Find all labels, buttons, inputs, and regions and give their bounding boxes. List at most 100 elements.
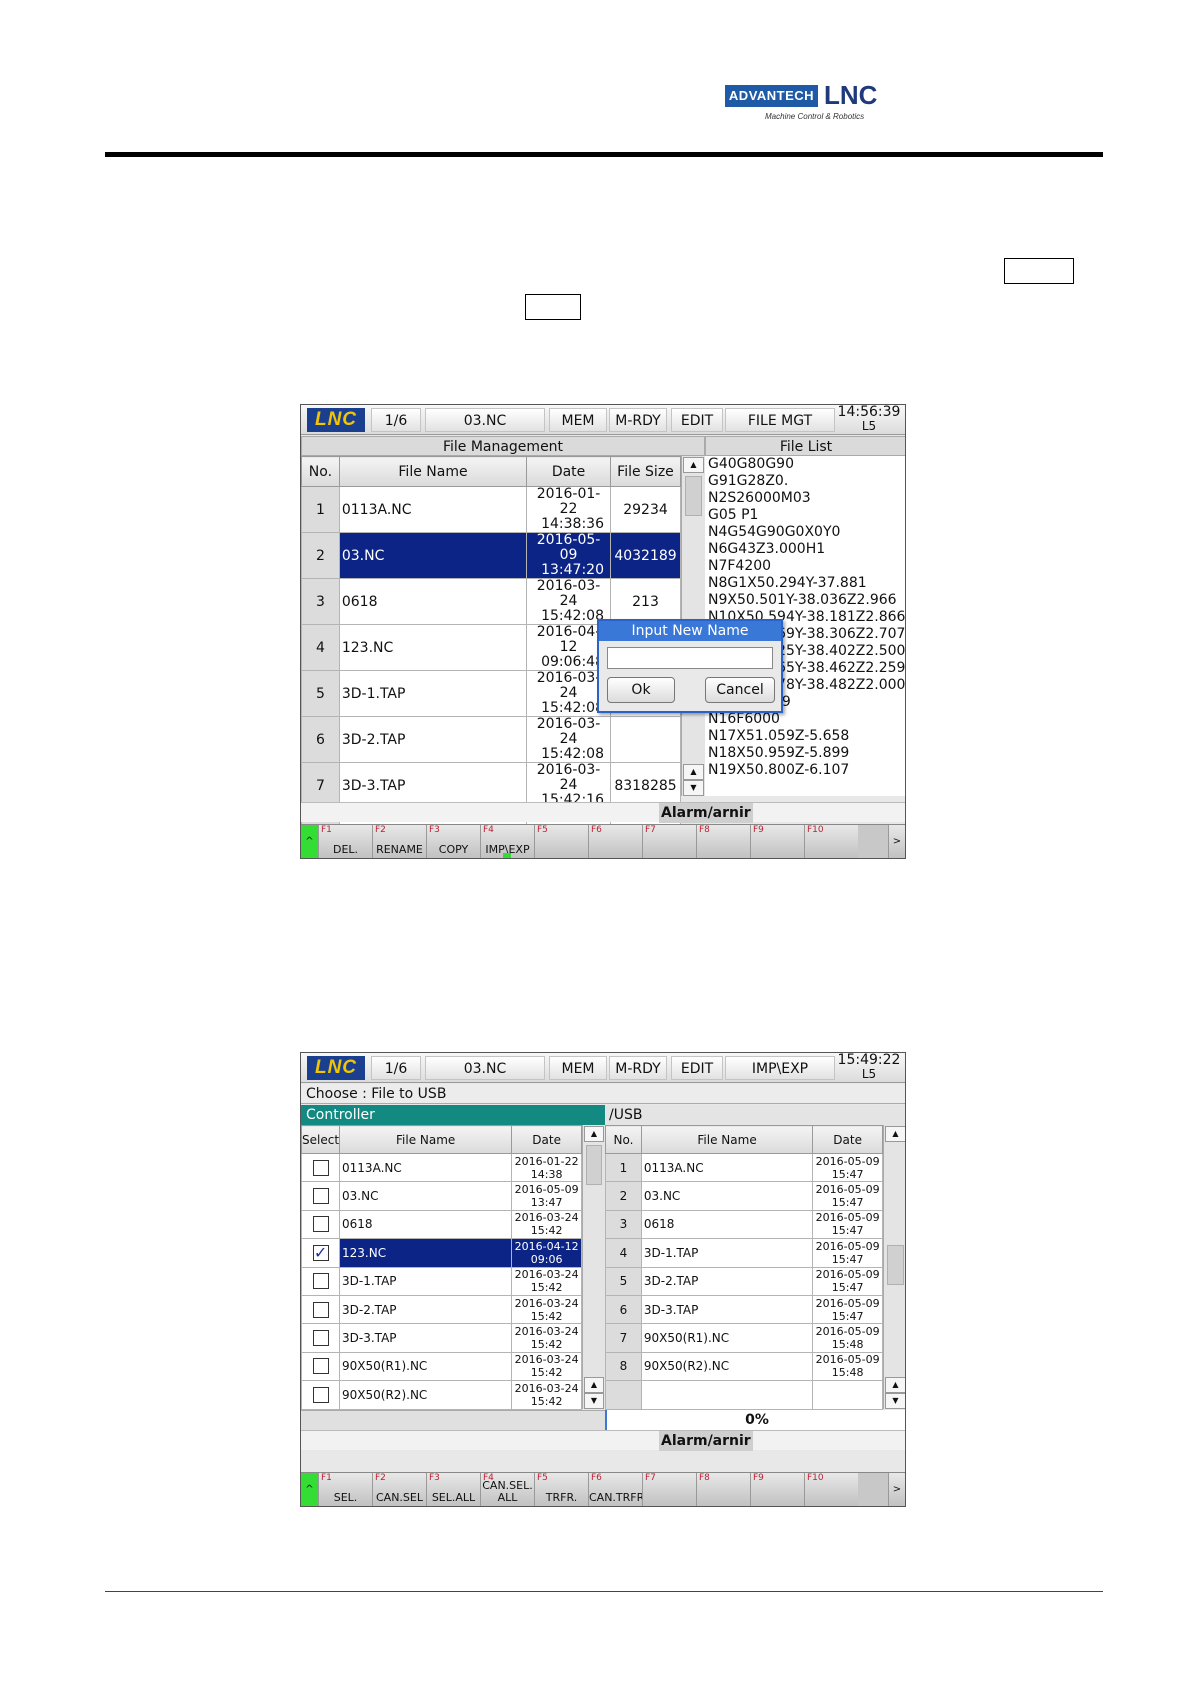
column-header-date[interactable]: Date	[511, 1125, 582, 1154]
usb-scrollbar[interactable]: ▲ ▲ ▼	[883, 1125, 905, 1409]
row-number: 2	[301, 532, 340, 579]
scroll-down-arrow-icon[interactable]: ▼	[584, 1393, 604, 1409]
ok-button[interactable]: Ok	[607, 677, 675, 703]
scroll-up-arrow-icon[interactable]: ▲	[885, 1377, 905, 1393]
file-name-cell: 3D-1.TAP	[339, 1266, 513, 1296]
table-row[interactable]: 1 0113A.NC 2016-05-09 15:47	[605, 1152, 883, 1183]
scroll-thumb[interactable]	[586, 1145, 602, 1185]
column-header-select[interactable]: Select	[301, 1125, 341, 1154]
function-key-label: CAN.SEL. ALL	[482, 1479, 533, 1504]
function-key-f8[interactable]: F8	[696, 825, 750, 858]
function-key-f1[interactable]: F1 DEL.	[318, 825, 372, 858]
function-key-f6[interactable]: F6 CAN.TRFR	[588, 1473, 644, 1506]
more-keys-icon[interactable]: >	[888, 825, 905, 858]
table-row[interactable]: 1 0113A.NC 2016-01-22 14:38:36 29234	[301, 486, 682, 533]
function-key-f1[interactable]: F1 SEL.	[318, 1473, 372, 1506]
column-header-date[interactable]: Date	[812, 1125, 883, 1154]
checkbox-icon[interactable]	[312, 1358, 329, 1375]
table-row[interactable]: 03.NC 2016-05-09 13:47	[301, 1181, 582, 1211]
table-row[interactable]: 2 03.NC 2016-05-09 15:47	[605, 1181, 883, 1211]
column-header-no[interactable]: No.	[605, 1125, 642, 1154]
new-name-input[interactable]	[607, 647, 773, 669]
table-row[interactable]: 6 3D-2.TAP 2016-03-24 15:42:08	[301, 716, 682, 763]
column-header-date[interactable]: Date	[526, 456, 611, 487]
scroll-thumb[interactable]	[887, 1245, 904, 1285]
function-key-f3[interactable]: F3 SEL.ALL	[426, 1473, 480, 1506]
scroll-down-arrow-icon[interactable]: ▼	[683, 780, 704, 796]
table-row[interactable]: 8 90X50(R2).NC 2016-05-09 15:48	[605, 1351, 883, 1382]
function-key-f5[interactable]: F5	[534, 825, 588, 858]
function-key-number: F9	[753, 825, 764, 835]
function-key-label: DEL.	[332, 843, 359, 856]
scroll-up-arrow-icon[interactable]: ▲	[885, 1126, 905, 1142]
function-key-f10[interactable]: F10	[804, 825, 858, 858]
checkbox-icon[interactable]	[312, 1159, 329, 1176]
function-key-f9[interactable]: F9	[750, 1473, 804, 1506]
table-row[interactable]: 7 90X50(R1).NC 2016-05-09 15:48	[605, 1323, 883, 1353]
function-key-f2[interactable]: F2 RENAME	[372, 825, 426, 858]
cancel-button[interactable]: Cancel	[705, 677, 775, 703]
table-row[interactable]: 6 3D-3.TAP 2016-05-09 15:47	[605, 1294, 883, 1325]
scroll-down-arrow-icon[interactable]: ▼	[885, 1393, 905, 1409]
table-row[interactable]: 3D-2.TAP 2016-03-24 15:42	[301, 1294, 582, 1325]
file-name-cell: 03.NC	[339, 1181, 513, 1211]
checkbox-icon[interactable]	[312, 1273, 329, 1290]
column-header-file-name[interactable]: File Name	[339, 1125, 513, 1154]
table-row[interactable]: 90X50(R1).NC 2016-03-24 15:42	[301, 1351, 582, 1382]
function-key-f9[interactable]: F9	[750, 825, 804, 858]
function-key-f2[interactable]: F2 CAN.SEL	[372, 1473, 426, 1506]
column-header-file-size[interactable]: File Size	[609, 456, 682, 487]
function-key-f7[interactable]: F7	[642, 1473, 696, 1506]
alarm-bar: Alarm/arnir	[301, 802, 905, 823]
caret-up-icon[interactable]: ^	[301, 1473, 318, 1506]
checkbox-checked-icon[interactable]: ✓	[312, 1244, 329, 1261]
table-row[interactable]: 4 3D-1.TAP 2016-05-09 15:47	[605, 1238, 883, 1268]
time-value: 15:42	[530, 1366, 563, 1380]
more-keys-icon[interactable]: >	[888, 1473, 905, 1506]
function-key-f10[interactable]: F10	[804, 1473, 858, 1506]
time-value: 15:48	[831, 1338, 864, 1352]
lnc-logo: LNC	[824, 80, 878, 110]
table-row[interactable]: 3 0618 2016-03-24 15:42:08 213	[301, 578, 682, 625]
file-name-cell: 123.NC	[338, 624, 528, 671]
function-key-f4[interactable]: F4 IMP\EXP	[480, 825, 534, 858]
checkbox-icon[interactable]	[312, 1301, 329, 1318]
date-cell: 2016-05-09 15:47	[812, 1181, 883, 1211]
function-key-f3[interactable]: F3 COPY	[426, 825, 480, 858]
function-key-number: F10	[807, 825, 824, 835]
checkbox-icon[interactable]	[312, 1330, 329, 1347]
table-row[interactable]: ✓ 123.NC 2016-04-12 09:06	[301, 1238, 582, 1268]
function-key-f7[interactable]: F7	[642, 825, 696, 858]
table-row[interactable]: 3D-1.TAP 2016-03-24 15:42	[301, 1266, 582, 1296]
code-line: N18X50.959Z-5.899	[708, 745, 850, 761]
table-row[interactable]: 2 03.NC 2016-05-09 13:47:20 4032189	[301, 532, 682, 579]
checkbox-icon[interactable]	[312, 1188, 329, 1205]
table-row[interactable]: 3 0618 2016-05-09 15:47	[605, 1209, 883, 1240]
controller-scrollbar[interactable]: ▲ ▲ ▼	[582, 1125, 605, 1409]
function-key-f5[interactable]: F5 TRFR.	[534, 1473, 588, 1506]
scroll-up-arrow-icon[interactable]: ▲	[683, 764, 704, 780]
date-cell: 2016-05-09 15:47	[812, 1294, 883, 1325]
checkbox-icon[interactable]	[312, 1216, 329, 1233]
scroll-up-arrow-icon[interactable]: ▲	[584, 1126, 604, 1142]
function-key-f4[interactable]: F4 CAN.SEL. ALL	[480, 1473, 534, 1506]
import-export-screenshot: LNC 1/6 03.NC MEM M-RDY EDIT IMP\EXP 15:…	[300, 1052, 906, 1507]
column-header-file-name[interactable]: File Name	[338, 456, 528, 487]
function-key-number: F8	[699, 825, 710, 835]
function-key-f6[interactable]: F6	[588, 825, 642, 858]
column-header-file-name[interactable]: File Name	[640, 1125, 814, 1154]
table-row[interactable]: 0618 2016-03-24 15:42	[301, 1209, 582, 1240]
date-value: 2016-03-24	[514, 1296, 579, 1310]
table-row[interactable]: 0113A.NC 2016-01-22 14:38	[301, 1152, 582, 1183]
mode-indicator: EDIT	[671, 408, 723, 432]
checkbox-icon[interactable]	[312, 1386, 329, 1403]
scroll-up-arrow-icon[interactable]: ▲	[683, 457, 704, 473]
scroll-thumb[interactable]	[685, 476, 702, 516]
function-key-f8[interactable]: F8	[696, 1473, 750, 1506]
table-row[interactable]: 90X50(R2).NC 2016-03-24 15:42	[301, 1380, 582, 1410]
table-row[interactable]: 3D-3.TAP 2016-03-24 15:42	[301, 1323, 582, 1353]
table-row[interactable]: 5 3D-2.TAP 2016-05-09 15:47	[605, 1266, 883, 1296]
column-header-no[interactable]: No.	[301, 456, 340, 487]
caret-up-icon[interactable]: ^	[301, 825, 318, 858]
scroll-up-arrow-icon[interactable]: ▲	[584, 1377, 604, 1393]
